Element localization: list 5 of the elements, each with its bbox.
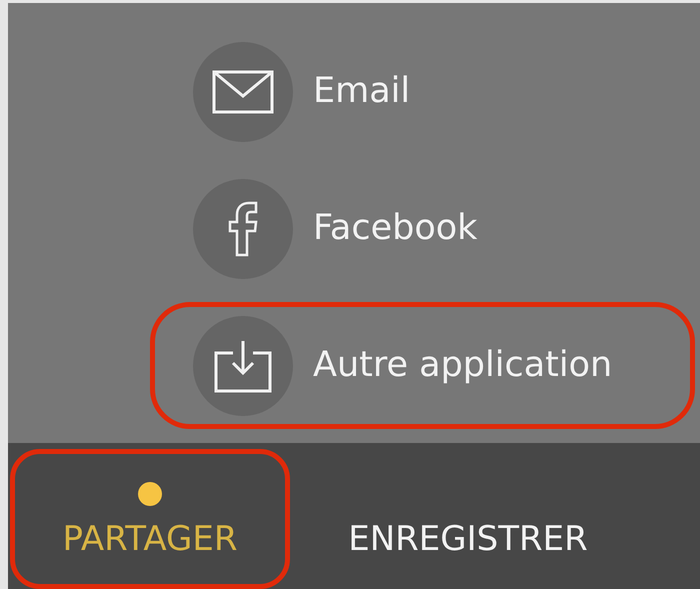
tab[interactable]: PARTAGER <box>10 449 290 589</box>
share-option[interactable]: Facebook <box>150 165 695 292</box>
share-option[interactable]: Email <box>150 28 695 155</box>
tab[interactable]: ENREGISTRER <box>328 449 608 589</box>
share-option[interactable]: Autre application <box>150 302 695 429</box>
